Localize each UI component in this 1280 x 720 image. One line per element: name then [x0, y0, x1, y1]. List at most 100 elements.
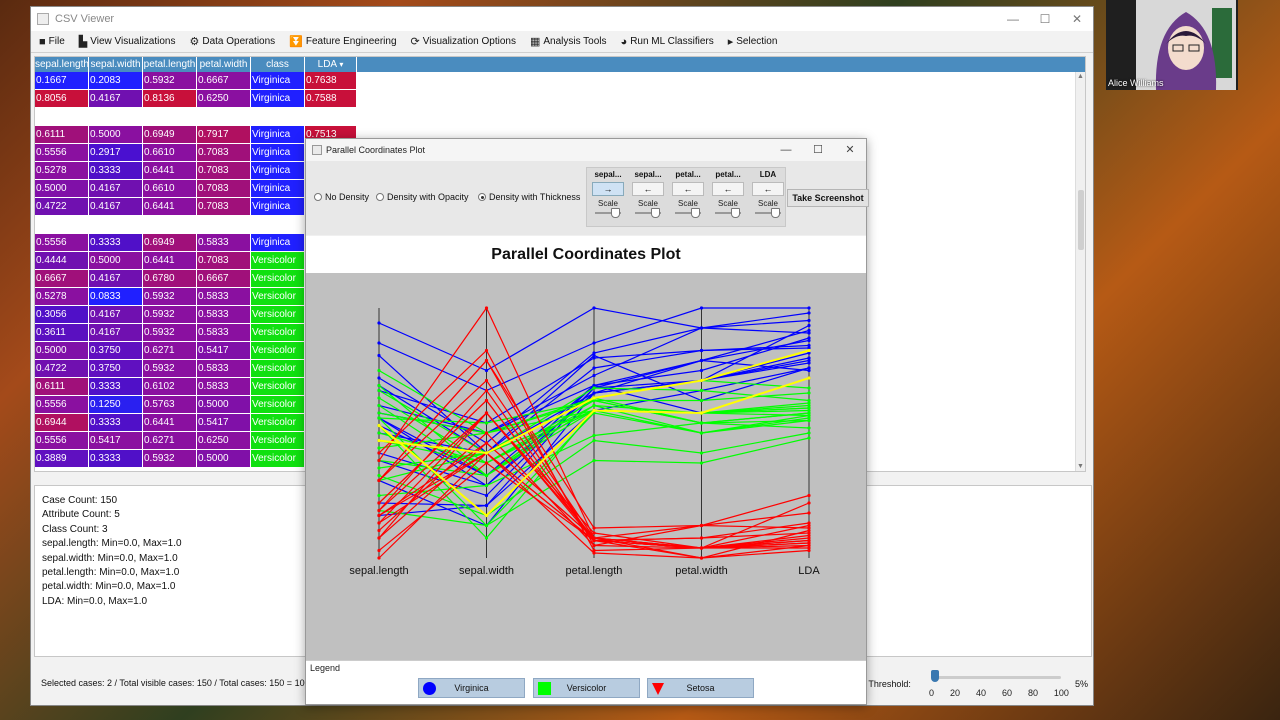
radio-density-with-thickness[interactable]: Density with Thickness [478, 192, 580, 202]
table-cell[interactable]: 0.6667 [197, 270, 251, 288]
table-cell[interactable]: 0.4722 [35, 198, 89, 216]
table-cell[interactable]: 0.6102 [143, 378, 197, 396]
table-cell[interactable]: Versicolor [251, 450, 305, 468]
table-cell[interactable]: Virginica [251, 90, 305, 108]
table-cell[interactable]: 0.7083 [197, 252, 251, 270]
table-cell[interactable]: 0.3333 [89, 414, 143, 432]
pc-maximize-button[interactable]: ☐ [802, 139, 834, 161]
table-cell[interactable]: 0.2083 [89, 72, 143, 90]
scale-slider[interactable] [595, 208, 621, 218]
menu-file[interactable]: ■ File [37, 34, 67, 50]
table-cell[interactable]: 0.5833 [197, 378, 251, 396]
column-header-sepal-width[interactable]: sepal.width [89, 57, 143, 72]
table-cell[interactable]: 0.7588 [305, 90, 357, 108]
table-cell[interactable]: 0.3889 [35, 450, 89, 468]
table-cell[interactable]: 0.5932 [143, 450, 197, 468]
table-cell[interactable]: 0.6111 [35, 126, 89, 144]
table-cell[interactable]: Virginica [251, 72, 305, 90]
column-header-petal-width[interactable]: petal.width [197, 57, 251, 72]
radio-unselected-icon[interactable] [376, 193, 384, 201]
table-cell[interactable]: 0.5000 [197, 450, 251, 468]
column-header-petal-length[interactable]: petal.length [143, 57, 197, 72]
column-header-sepal-length[interactable]: sepal.length [35, 57, 89, 72]
table-cell[interactable]: 0.5932 [143, 360, 197, 378]
table-cell[interactable]: 0.6250 [197, 432, 251, 450]
table-cell[interactable]: 0.4167 [89, 198, 143, 216]
table-cell[interactable]: Versicolor [251, 288, 305, 306]
table-cell[interactable]: 0.5000 [35, 342, 89, 360]
radio-no-density[interactable]: No Density [314, 192, 369, 202]
radio-unselected-icon[interactable] [314, 193, 322, 201]
table-cell[interactable]: 0.4167 [89, 324, 143, 342]
table-row[interactable]: 0.8056 0.4167 0.8136 0.6250 Virginica 0.7588 [35, 90, 1085, 108]
table-cell[interactable]: 0.5932 [143, 72, 197, 90]
table-cell[interactable]: 0.6250 [197, 90, 251, 108]
table-cell[interactable]: 0.5833 [197, 234, 251, 252]
table-cell[interactable]: Versicolor [251, 270, 305, 288]
maximize-button[interactable]: ☐ [1029, 7, 1061, 31]
table-cell[interactable]: 0.6441 [143, 414, 197, 432]
pc-minimize-button[interactable]: — [770, 139, 802, 161]
table-cell[interactable]: 0.5556 [35, 432, 89, 450]
menu-feature-engineering[interactable]: ⏬ Feature Engineering [287, 33, 398, 50]
table-cell[interactable]: 0.5000 [35, 180, 89, 198]
table-cell[interactable]: 0.6944 [35, 414, 89, 432]
axis-direction-button[interactable]: ← [632, 182, 664, 196]
table-cell[interactable]: Versicolor [251, 432, 305, 450]
table-cell[interactable]: 0.8056 [35, 90, 89, 108]
table-cell[interactable]: 0.6667 [197, 72, 251, 90]
scale-slider[interactable] [755, 208, 781, 218]
table-cell[interactable]: 0.2917 [89, 144, 143, 162]
table-cell[interactable]: 0.5417 [197, 414, 251, 432]
table-cell[interactable]: 0.7083 [197, 162, 251, 180]
table-cell[interactable]: 0.3611 [35, 324, 89, 342]
table-cell[interactable]: Versicolor [251, 252, 305, 270]
table-cell[interactable]: 0.6111 [35, 378, 89, 396]
table-cell[interactable]: Versicolor [251, 306, 305, 324]
table-cell[interactable]: 0.3333 [89, 234, 143, 252]
legend-item-versicolor[interactable]: Versicolor [533, 678, 640, 698]
table-cell[interactable]: Versicolor [251, 414, 305, 432]
table-cell[interactable]: 0.4444 [35, 252, 89, 270]
table-cell[interactable]: 0.8136 [143, 90, 197, 108]
table-cell[interactable]: 0.5833 [197, 324, 251, 342]
table-cell[interactable]: 0.5000 [197, 396, 251, 414]
table-cell[interactable]: 0.5932 [143, 324, 197, 342]
column-header-class[interactable]: class [251, 57, 305, 72]
scale-slider[interactable] [715, 208, 741, 218]
table-cell[interactable]: 0.5417 [89, 432, 143, 450]
table-cell[interactable]: 0.6780 [143, 270, 197, 288]
axis-direction-button[interactable]: ← [712, 182, 744, 196]
table-cell[interactable]: 0.6949 [143, 234, 197, 252]
threshold-slider-track[interactable] [933, 676, 1061, 679]
menu-run-ml-classifiers[interactable]: ◕ Run ML Classifiers [619, 34, 716, 50]
legend-item-setosa[interactable]: Setosa [647, 678, 754, 698]
table-cell[interactable]: 0.5556 [35, 144, 89, 162]
table-cell[interactable]: 0.6949 [143, 126, 197, 144]
table-cell[interactable]: Virginica [251, 162, 305, 180]
table-cell[interactable]: 0.5833 [197, 288, 251, 306]
table-cell[interactable]: 0.1667 [35, 72, 89, 90]
radio-selected-icon[interactable] [478, 193, 486, 201]
table-cell[interactable]: 0.5833 [197, 360, 251, 378]
table-cell[interactable]: 0.3750 [89, 360, 143, 378]
table-cell[interactable]: 0.7083 [197, 180, 251, 198]
table-cell[interactable]: Virginica [251, 198, 305, 216]
parallel-coordinates-chart[interactable]: sepal.length sepal.width petal.length petal… [306, 273, 866, 660]
table-cell[interactable]: 0.4722 [35, 360, 89, 378]
table-cell[interactable]: 0.5417 [197, 342, 251, 360]
table-cell[interactable]: Versicolor [251, 396, 305, 414]
table-cell[interactable]: 0.4167 [89, 270, 143, 288]
table-cell[interactable]: Versicolor [251, 360, 305, 378]
table-cell[interactable]: 0.6610 [143, 144, 197, 162]
table-cell[interactable]: Versicolor [251, 342, 305, 360]
menu-selection[interactable]: ▸ Selection [726, 33, 780, 50]
table-cell[interactable]: Virginica [251, 234, 305, 252]
table-cell[interactable]: 0.4167 [89, 90, 143, 108]
scroll-down-icon[interactable]: ▼ [1077, 463, 1084, 470]
menu-view-visualizations[interactable]: ▙ View Visualizations [77, 33, 178, 50]
table-cell[interactable]: 0.4167 [89, 306, 143, 324]
table-cell[interactable]: Virginica [251, 144, 305, 162]
table-cell[interactable]: 0.5278 [35, 162, 89, 180]
table-cell[interactable]: Virginica [251, 126, 305, 144]
